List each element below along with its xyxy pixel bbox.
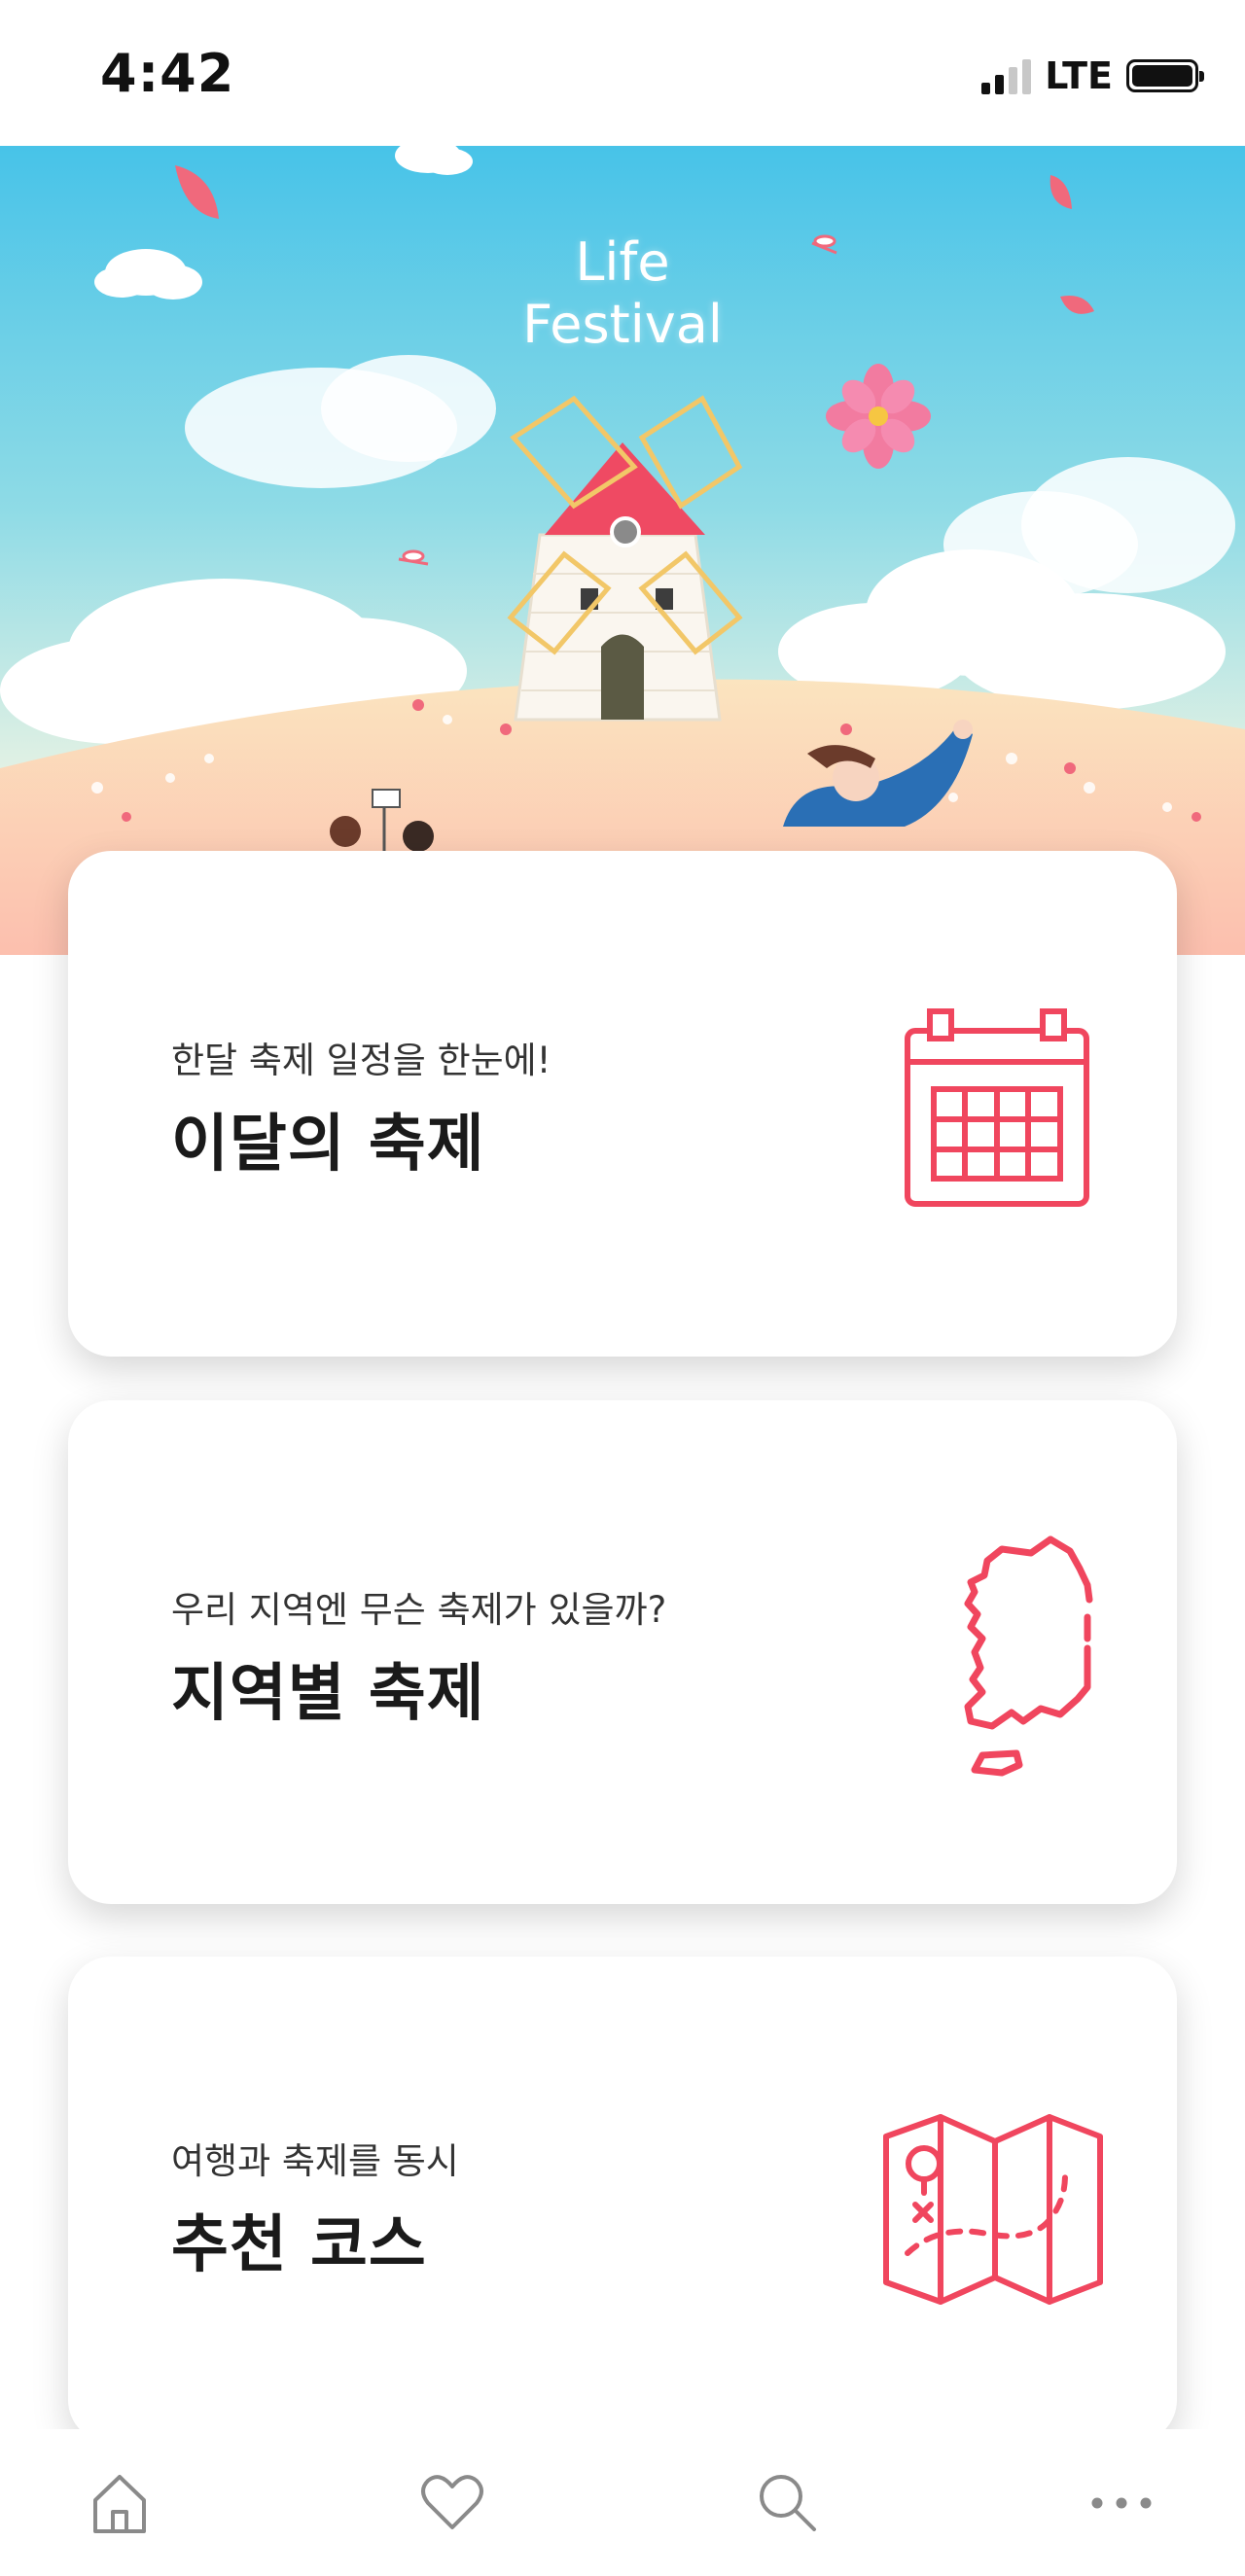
card-title: 이달의 축제	[171, 1109, 485, 1181]
card-regional-festival[interactable]: 우리 지역엔 무슨 축제가 있을까? 지역별 축제	[68, 1400, 1177, 1904]
tab-bar	[0, 2429, 1245, 2576]
card-recommended-course[interactable]: 여행과 축제를 동시 추천 코스	[68, 1957, 1177, 2443]
status-indicators: LTE	[981, 54, 1204, 97]
card-title: 지역별 축제	[171, 1658, 485, 1730]
status-bar: 4:42 LTE	[0, 0, 1245, 146]
heart-icon	[421, 2475, 483, 2529]
card-title: 추천 코스	[171, 2209, 427, 2281]
tab-favorites[interactable]	[413, 2464, 491, 2542]
card-subtitle: 우리 지역엔 무슨 축제가 있을까?	[171, 1589, 667, 1631]
hero-banner: Life Festival	[0, 146, 1245, 955]
tab-search[interactable]	[749, 2464, 827, 2542]
card-monthly-festival[interactable]: 한달 축제 일정을 한눈에! 이달의 축제	[68, 851, 1177, 1357]
card-subtitle: 한달 축제 일정을 한눈에!	[171, 1040, 551, 1081]
hero-title-line1: Life	[575, 231, 670, 293]
korea-map-icon	[964, 1535, 1093, 1777]
status-time: 4:42	[100, 43, 235, 104]
signal-icon	[981, 57, 1032, 94]
tab-more[interactable]	[1083, 2464, 1160, 2542]
card-subtitle: 여행과 축제를 동시	[171, 2140, 459, 2182]
network-type: LTE	[1045, 54, 1113, 97]
battery-icon	[1126, 59, 1204, 92]
folded-map-icon	[883, 2114, 1103, 2305]
calendar-icon	[905, 1008, 1089, 1207]
tab-home[interactable]	[81, 2464, 159, 2542]
search-icon	[760, 2475, 816, 2531]
home-icon	[93, 2475, 146, 2533]
hero-title-line2: Festival	[522, 294, 723, 355]
hero-title: Life Festival	[0, 231, 1245, 356]
more-icon	[1091, 2497, 1152, 2509]
